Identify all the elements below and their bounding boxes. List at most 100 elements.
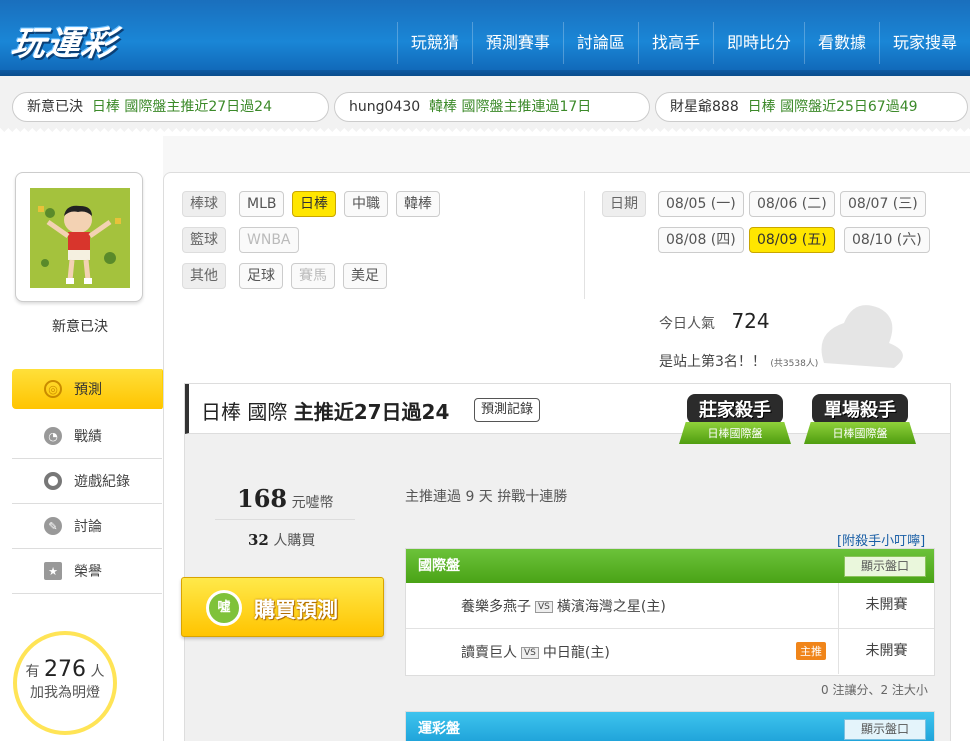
nav-forum[interactable]: 討論區 [562, 22, 638, 64]
filter-wnba[interactable]: WNBA [239, 227, 299, 253]
killer-tip-link[interactable]: [附殺手小叮嚀] [837, 530, 925, 549]
menu-label: 榮譽 [74, 564, 102, 580]
date-option[interactable]: 08/07 (三) [840, 191, 926, 217]
away-team: 養樂多燕子 [461, 599, 531, 615]
ticker-text: 日棒 國際盤近25日67過49 [747, 99, 918, 115]
main-content: 棒球 MLB 日棒 中職 韓棒 籃球 WNBA 其他 足球 賽馬 美足 日期 0… [163, 172, 970, 741]
price-value: 168 [237, 484, 288, 513]
sports-table-header: 運彩盤 顯示盤口 [406, 712, 934, 741]
date-option[interactable]: 08/10 (六) [844, 227, 930, 253]
menu-item-game-log[interactable]: 遊戲紀錄 [12, 459, 162, 504]
fans-prefix: 有 [25, 664, 40, 680]
buyers-unit: 人購買 [273, 533, 316, 549]
ticker-name: hung0430 [349, 99, 421, 115]
ticker-item[interactable]: 財星爺888 日棒 國際盤近25日67過49 [655, 92, 968, 122]
filter-cpbl[interactable]: 中職 [344, 191, 388, 217]
game-status: 未開賽 [838, 629, 934, 674]
menu-item-honor[interactable]: ★ 榮譽 [12, 549, 162, 594]
filter-kbo[interactable]: 韓棒 [396, 191, 440, 217]
target-icon: ◎ [44, 380, 62, 398]
badge-title: 莊家殺手 [687, 394, 783, 424]
panel-streak: 主推近27日過24 [293, 400, 450, 424]
sports-lottery-table: 運彩盤 顯示盤口 [405, 711, 935, 741]
menu-item-record[interactable]: ◔ 戰績 [12, 414, 162, 459]
avatar[interactable] [30, 188, 130, 288]
home-team: 中日龍(主) [542, 645, 610, 661]
ticker-item[interactable]: hung0430 韓棒 國際盤主推連過17日 [334, 92, 650, 122]
circle-icon [44, 472, 62, 490]
filter-mlb[interactable]: MLB [239, 191, 285, 217]
filter-divider [584, 191, 585, 299]
table-row: 養樂多燕子 VS 橫濱海灣之星(主) 未開賽 [406, 583, 934, 629]
filter-label-date: 日期 [602, 191, 646, 217]
badge-title: 單場殺手 [812, 394, 908, 424]
mascot-watermark-icon [821, 305, 903, 368]
popularity-label: 今日人氣 [659, 316, 715, 332]
date-option[interactable]: 08/05 (一) [658, 191, 744, 217]
coin-icon: 噓 [206, 590, 242, 626]
buyer-count: 32 人購買 [248, 530, 315, 550]
ticker-bar: 新意已決 日棒 國際盤主推近27日過24 hung0430 韓棒 國際盤主推連過… [0, 76, 970, 132]
buyers-value: 32 [248, 531, 269, 549]
menu-label: 討論 [74, 519, 102, 535]
ticker-name: 新意已決 [27, 99, 83, 115]
menu-label: 遊戲紀錄 [74, 474, 130, 490]
nav-experts[interactable]: 找高手 [637, 22, 713, 64]
follow-widget[interactable]: 有 276 人 加我為明燈 [13, 631, 117, 735]
show-odds-button[interactable]: 顯示盤口 [844, 556, 926, 577]
nav-predict[interactable]: 預測賽事 [471, 22, 563, 64]
nav-play-guess[interactable]: 玩競猜 [396, 22, 472, 64]
popularity-value: 724 [731, 309, 770, 333]
filter-label-other: 其他 [182, 263, 226, 289]
matchup: 讀賣巨人 VS 中日龍(主) [461, 642, 610, 662]
filter-label-baseball: 棒球 [182, 191, 226, 217]
fans-unit: 人 [90, 664, 105, 680]
ticker-text: 韓棒 國際盤主推連過17日 [429, 99, 592, 115]
date-option[interactable]: 08/08 (四) [658, 227, 744, 253]
nav-player-search[interactable]: 玩家搜尋 [878, 22, 970, 64]
table-row: 讀賣巨人 VS 中日龍(主) 主推 未開賽 [406, 629, 934, 675]
nav-live-score[interactable]: 即時比分 [712, 22, 804, 64]
prediction-price: 168 元噓幣 [237, 484, 334, 513]
filter-football[interactable]: 美足 [343, 263, 387, 289]
game-status: 未開賽 [838, 583, 934, 628]
site-logo[interactable]: 玩運彩 [9, 16, 121, 65]
matchup: 養樂多燕子 VS 橫濱海灣之星(主) [461, 596, 666, 616]
panel-league: 日棒 國際 [201, 400, 288, 424]
record-icon: ◔ [44, 427, 62, 445]
show-odds-button[interactable]: 顯示盤口 [844, 719, 926, 740]
pen-icon: ✎ [44, 517, 62, 535]
prediction-panel: 日棒 國際 主推近27日過24 預測記錄 莊家殺手 日棒國際盤 單場殺手 日棒國… [181, 383, 951, 741]
intl-table-header: 國際盤 顯示盤口 [406, 549, 934, 583]
medal-icon: ★ [44, 562, 62, 580]
streak-text: 主推連過 9 天 拚戰十連勝 [405, 489, 568, 505]
rank-label: 是站上第3名！！ [659, 354, 766, 370]
fans-count: 276 [44, 657, 86, 682]
left-sidebar: 新意已決 ◎ 預測 ◔ 戰績 遊戲紀錄 ✎ 討論 ★ 榮譽 有 276 人 加我… [0, 136, 174, 741]
panel-header: 日棒 國際 主推近27日過24 預測記錄 莊家殺手 日棒國際盤 單場殺手 日棒國… [185, 384, 950, 444]
intl-table-title: 國際盤 [418, 558, 460, 574]
avatar-image [30, 188, 130, 288]
single-game-killer-badge: 單場殺手 日棒國際盤 [804, 388, 916, 446]
menu-item-predict[interactable]: ◎ 預測 [12, 369, 174, 409]
buy-prediction-button[interactable]: 噓 購買預測 [181, 577, 384, 637]
filter-npb[interactable]: 日棒 [292, 191, 336, 217]
bet-summary: 0 注讓分、2 注大小 [821, 683, 928, 697]
bookmaker-killer-badge: 莊家殺手 日棒國際盤 [679, 388, 791, 446]
intl-odds-table: 國際盤 顯示盤口 養樂多燕子 VS 橫濱海灣之星(主) 未開賽 讀賣巨人 VS 中日龍(… [405, 548, 935, 676]
filter-horse-racing[interactable]: 賽馬 [291, 263, 335, 289]
badge-subtitle: 日棒國際盤 [679, 422, 791, 444]
date-option-selected[interactable]: 08/09 (五) [749, 227, 835, 253]
date-option[interactable]: 08/06 (二) [749, 191, 835, 217]
username: 新意已決 [52, 319, 108, 335]
rank-text: 是站上第3名！！ (共3538人) [659, 351, 818, 371]
filter-soccer[interactable]: 足球 [239, 263, 283, 289]
vs-icon: VS [535, 601, 553, 613]
menu-item-discuss[interactable]: ✎ 討論 [12, 504, 162, 549]
vs-icon: VS [521, 647, 539, 659]
ticker-name: 財星爺888 [670, 99, 739, 115]
ticker-item[interactable]: 新意已決 日棒 國際盤主推近27日過24 [12, 92, 329, 122]
nav-stats[interactable]: 看數據 [803, 22, 879, 64]
price-divider [215, 519, 355, 520]
prediction-record-button[interactable]: 預測記錄 [474, 398, 541, 422]
